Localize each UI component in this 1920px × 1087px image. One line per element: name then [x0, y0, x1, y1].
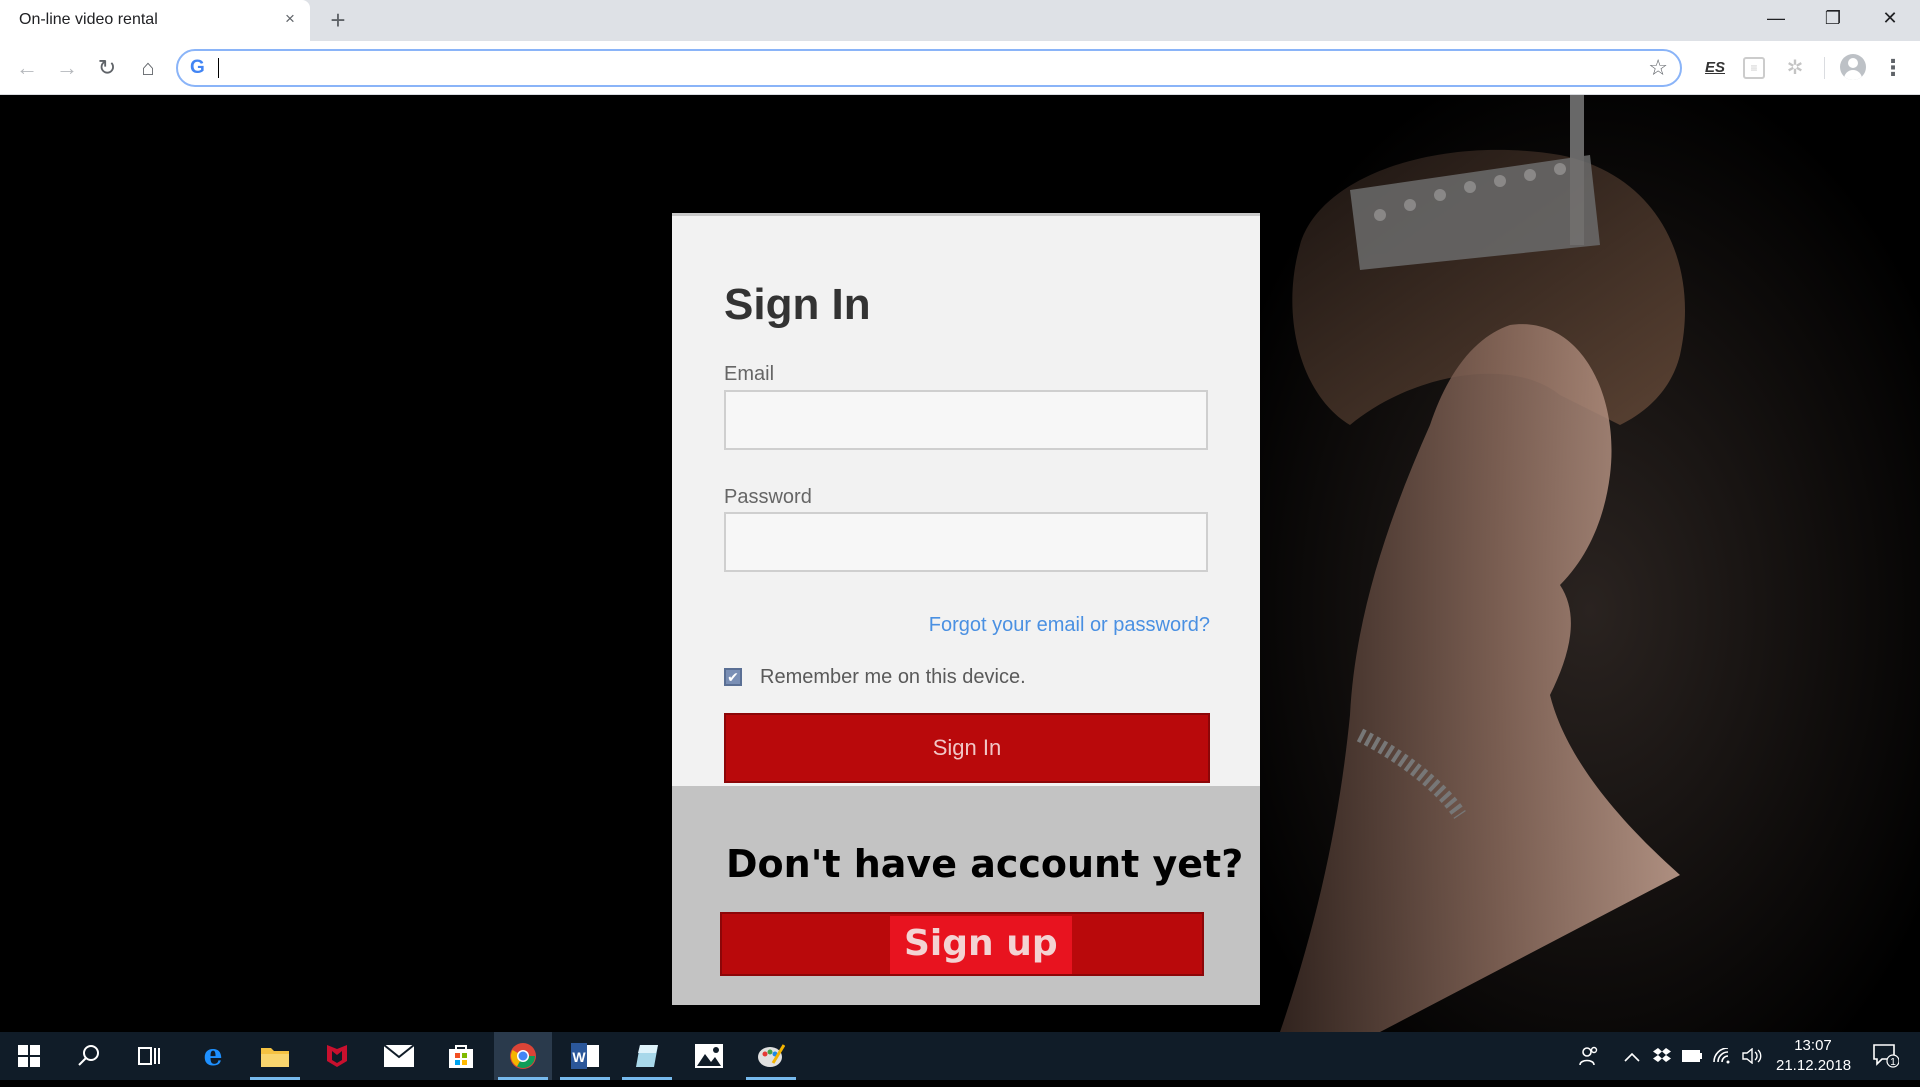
- new-tab-icon[interactable]: +: [324, 6, 352, 34]
- address-input[interactable]: [222, 55, 1602, 81]
- password-field[interactable]: [724, 512, 1208, 572]
- puzzle-extension-icon[interactable]: ✲: [1782, 55, 1808, 81]
- photos-icon: [695, 1044, 723, 1068]
- google-icon: G: [190, 57, 205, 78]
- password-label: Password: [724, 486, 812, 508]
- address-bar[interactable]: G ☆: [176, 49, 1682, 87]
- taskbar-store[interactable]: [432, 1032, 490, 1080]
- notification-icon: 1: [1873, 1044, 1900, 1068]
- signup-section: Don't have account yet? Sign up: [672, 786, 1260, 1005]
- forward-icon[interactable]: →: [52, 53, 82, 83]
- notes-icon: [636, 1045, 658, 1067]
- tab-title: On-line video rental: [19, 11, 158, 28]
- action-center-button[interactable]: 1: [1866, 1032, 1906, 1080]
- signin-card: Sign In Email Password Forgot your email…: [672, 213, 1260, 786]
- taskbar-photos[interactable]: [680, 1032, 738, 1080]
- edge-icon: e: [203, 1038, 223, 1073]
- word-icon: W: [571, 1043, 599, 1069]
- show-hidden-icons-icon[interactable]: [1620, 1032, 1644, 1080]
- forgot-password-link[interactable]: Forgot your email or password?: [929, 614, 1210, 637]
- taskbar-paint[interactable]: [742, 1032, 800, 1080]
- paint-icon: [758, 1044, 786, 1067]
- signin-button[interactable]: Sign In: [724, 713, 1210, 783]
- windows-icon: [18, 1045, 40, 1067]
- store-icon: [449, 1045, 473, 1068]
- box-extension-icon[interactable]: ≡: [1743, 57, 1765, 79]
- task-view-button[interactable]: [120, 1032, 178, 1080]
- menu-icon[interactable]: ⋮: [1882, 54, 1904, 82]
- taskbar: e W 13:07 21.12.2018 1: [0, 1032, 1920, 1080]
- toolbar-divider: [1824, 57, 1825, 79]
- chrome-icon: [510, 1043, 536, 1069]
- system-clock[interactable]: 13:07 21.12.2018: [1776, 1036, 1852, 1076]
- taskbar-notes[interactable]: [618, 1032, 676, 1080]
- mcafee-icon: [327, 1045, 347, 1067]
- close-window-icon[interactable]: ✕: [1870, 4, 1910, 32]
- signin-title: Sign In: [724, 280, 871, 329]
- browser-tab[interactable]: On-line video rental ×: [0, 0, 310, 41]
- taskbar-file-explorer[interactable]: [246, 1032, 304, 1080]
- mail-icon: [383, 1044, 415, 1067]
- notification-count: 1: [1890, 1057, 1896, 1068]
- signup-button[interactable]: Sign up: [720, 912, 1204, 976]
- page-content: Sign In Email Password Forgot your email…: [0, 95, 1920, 1032]
- task-view-icon: [138, 1047, 160, 1065]
- clock-date: 21.12.2018: [1776, 1057, 1852, 1074]
- es-extension-icon[interactable]: ES: [1700, 55, 1730, 81]
- start-button[interactable]: [0, 1032, 58, 1080]
- taskbar-chrome[interactable]: [494, 1032, 552, 1080]
- taskbar-search-button[interactable]: [60, 1032, 118, 1080]
- restore-icon[interactable]: ❐: [1813, 4, 1853, 32]
- dropbox-icon[interactable]: [1650, 1032, 1674, 1080]
- reload-icon[interactable]: ↻: [92, 53, 122, 83]
- back-icon[interactable]: ←: [12, 53, 42, 83]
- profile-avatar-icon[interactable]: [1840, 54, 1866, 80]
- text-caret: [218, 58, 219, 78]
- bookmark-star-icon[interactable]: ☆: [1648, 55, 1668, 81]
- remember-me-checkbox[interactable]: ✔: [724, 668, 742, 686]
- volume-icon[interactable]: [1740, 1032, 1764, 1080]
- people-icon[interactable]: [1574, 1032, 1604, 1080]
- signup-prompt: Don't have account yet?: [726, 842, 1244, 886]
- tab-close-icon[interactable]: ×: [280, 9, 300, 29]
- tab-strip: On-line video rental × + — ❐ ✕: [0, 0, 1920, 41]
- browser-toolbar: ← → ↻ ⌂ G ☆ ES ≡ ✲ ⋮: [0, 41, 1920, 95]
- taskbar-edge[interactable]: e: [184, 1032, 242, 1080]
- wifi-icon[interactable]: [1710, 1032, 1734, 1080]
- battery-icon[interactable]: [1680, 1032, 1704, 1080]
- remember-me-label: Remember me on this device.: [760, 666, 1026, 688]
- svg-text:W: W: [572, 1049, 586, 1065]
- taskbar-word[interactable]: W: [556, 1032, 614, 1080]
- email-field[interactable]: [724, 390, 1208, 450]
- taskbar-mail[interactable]: [370, 1032, 428, 1080]
- signup-button-label: Sign up: [890, 916, 1072, 974]
- taskbar-mcafee[interactable]: [308, 1032, 366, 1080]
- folder-icon: [261, 1048, 289, 1067]
- search-icon: [78, 1045, 99, 1066]
- clock-time: 13:07: [1794, 1037, 1832, 1054]
- home-icon[interactable]: ⌂: [133, 53, 163, 83]
- minimize-icon[interactable]: —: [1756, 4, 1796, 32]
- email-label: Email: [724, 363, 775, 385]
- hero-background-image: [1260, 95, 1920, 1032]
